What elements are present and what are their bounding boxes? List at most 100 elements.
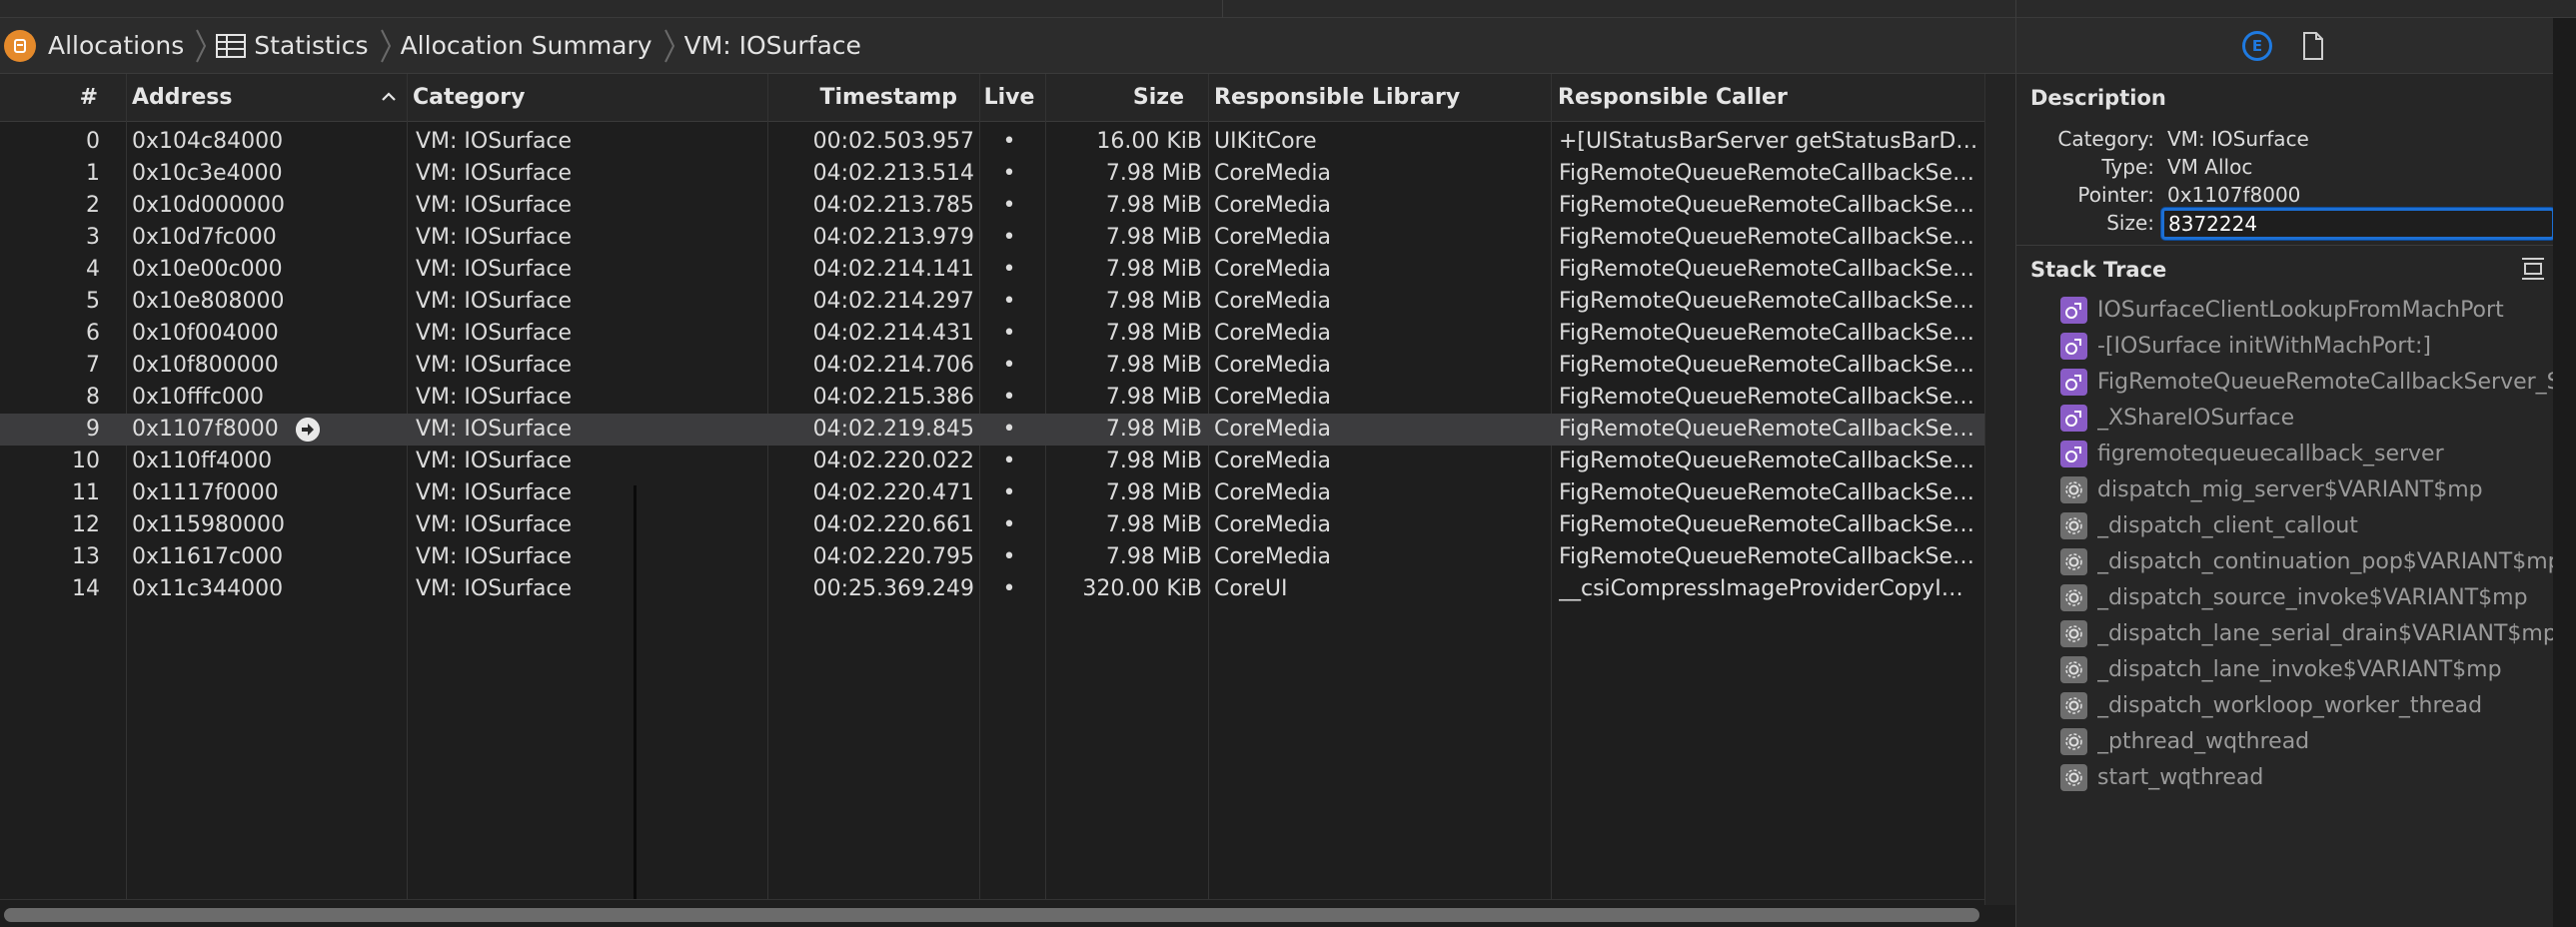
row-category: VM: IOSurface bbox=[416, 257, 573, 282]
row-address: 0x11617c000 bbox=[132, 544, 284, 569]
row-size: 7.98 MiB bbox=[1105, 417, 1202, 442]
table-row[interactable]: 6 0x10f004000 VM: IOSurface 04:02.214.431 • 7… bbox=[0, 318, 1984, 350]
description-row-pointer: Pointer: 0x1107f8000 bbox=[2016, 183, 2546, 211]
row-caller: FigRemoteQueueRemoteCallbackServ... bbox=[1559, 225, 1978, 250]
row-size: 7.98 MiB bbox=[1105, 512, 1202, 537]
column-header-library[interactable]: Responsible Library bbox=[1214, 74, 1460, 122]
row-timestamp: 04:02.220.661 bbox=[812, 512, 974, 537]
row-live: • bbox=[1002, 449, 1016, 473]
table-row[interactable]: 0 0x104c84000 VM: IOSurface 00:02.503.957 • 1… bbox=[0, 126, 1984, 158]
horizontal-scrollbar[interactable] bbox=[0, 899, 1984, 927]
table-row[interactable]: 13 0x11617c000 VM: IOSurface 04:02.220.795 •… bbox=[0, 541, 1984, 573]
field-value: 0x1107f8000 bbox=[2167, 183, 2301, 207]
table-row[interactable]: 8 0x10fffc000 VM: IOSurface 04:02.215.386 • 7… bbox=[0, 382, 1984, 414]
row-category: VM: IOSurface bbox=[416, 480, 573, 505]
row-category: VM: IOSurface bbox=[416, 289, 573, 314]
extended-detail-icon[interactable]: E bbox=[2242, 31, 2272, 61]
stack-frame[interactable]: -[IOSurface initWithMachPort:] bbox=[2060, 328, 2560, 364]
column-header-address[interactable]: Address bbox=[132, 74, 232, 122]
stack-frame[interactable]: figremotequeuecallback_server bbox=[2060, 436, 2560, 471]
table-row[interactable]: 9 0x1107f8000 VM: IOSurface 04:02.219.845 • 7… bbox=[0, 414, 1984, 446]
row-caller: FigRemoteQueueRemoteCallbackServ... bbox=[1559, 512, 1978, 537]
stack-frame[interactable]: _dispatch_source_invoke$VARIANT$mp bbox=[2060, 579, 2560, 615]
row-number: 5 bbox=[86, 289, 100, 314]
breadcrumb-label: Statistics bbox=[254, 31, 369, 60]
table-row[interactable]: 7 0x10f800000 VM: IOSurface 04:02.214.706 • 7… bbox=[0, 350, 1984, 382]
row-library: CoreUI bbox=[1214, 576, 1288, 601]
column-header-caller[interactable]: Responsible Caller bbox=[1558, 74, 1788, 122]
stack-frame[interactable]: _dispatch_lane_serial_drain$VARIANT$mp bbox=[2060, 615, 2560, 651]
row-library: CoreMedia bbox=[1214, 353, 1331, 378]
row-library: CoreMedia bbox=[1214, 417, 1331, 442]
user-frame-icon bbox=[2060, 368, 2087, 396]
stack-frame[interactable]: start_wqthread bbox=[2060, 759, 2560, 795]
row-timestamp: 00:25.369.249 bbox=[812, 576, 974, 601]
row-library: CoreMedia bbox=[1214, 512, 1331, 537]
breadcrumb-item-allocation-summary[interactable]: Allocation Summary bbox=[401, 31, 658, 60]
stack-frame[interactable]: _dispatch_client_callout bbox=[2060, 507, 2560, 543]
stack-frame-name: _dispatch_workloop_worker_thread bbox=[2097, 692, 2483, 718]
stack-frame[interactable]: _dispatch_continuation_pop$VARIANT$mp bbox=[2060, 543, 2560, 579]
column-header-category[interactable]: Category bbox=[413, 74, 525, 122]
row-timestamp: 04:02.214.431 bbox=[812, 321, 974, 346]
stack-frame[interactable]: IOSurfaceClientLookupFromMachPort bbox=[2060, 292, 2560, 328]
row-live: • bbox=[1002, 480, 1016, 505]
row-size: 7.98 MiB bbox=[1105, 289, 1202, 314]
stack-frame[interactable]: _dispatch_lane_invoke$VARIANT$mp bbox=[2060, 651, 2560, 687]
row-number: 1 bbox=[86, 161, 100, 186]
table-row[interactable]: 10 0x110ff4000 VM: IOSurface 04:02.220.022 •… bbox=[0, 446, 1984, 477]
stack-frame[interactable]: _XShareIOSurface bbox=[2060, 400, 2560, 436]
column-header-number[interactable]: # bbox=[0, 74, 110, 122]
row-timestamp: 04:02.220.795 bbox=[812, 544, 974, 569]
field-label: Category: bbox=[2057, 127, 2154, 151]
breadcrumb-item-vm-iosurface[interactable]: VM: IOSurface bbox=[684, 31, 867, 60]
stack-frame[interactable]: dispatch_mig_server$VARIANT$mp bbox=[2060, 471, 2560, 507]
row-caller: FigRemoteQueueRemoteCallbackServ... bbox=[1559, 321, 1978, 346]
field-value: VM: IOSurface bbox=[2167, 127, 2309, 151]
stack-frame-name: _pthread_wqthread bbox=[2097, 728, 2310, 754]
field-label: Pointer: bbox=[2077, 183, 2154, 207]
table-row[interactable]: 14 0x11c344000 VM: IOSurface 00:25.369.249 •… bbox=[0, 573, 1984, 605]
go-to-arrow-icon[interactable] bbox=[296, 418, 320, 442]
vertical-scrollbar[interactable] bbox=[1984, 74, 2015, 905]
table-row[interactable]: 3 0x10d7fc000 VM: IOSurface 04:02.213.979 • 7… bbox=[0, 222, 1984, 254]
size-field[interactable] bbox=[2161, 208, 2555, 240]
table-row[interactable]: 5 0x10e808000 VM: IOSurface 04:02.214.297 • 7… bbox=[0, 286, 1984, 318]
row-size: 7.98 MiB bbox=[1105, 353, 1202, 378]
column-header-live[interactable]: Live bbox=[979, 74, 1039, 122]
row-caller: FigRemoteQueueRemoteCallbackServ... bbox=[1559, 289, 1978, 314]
stack-frame[interactable]: FigRemoteQueueRemoteCallbackServer_Sl bbox=[2060, 364, 2560, 400]
table-row[interactable]: 12 0x115980000 VM: IOSurface 04:02.220.661 •… bbox=[0, 509, 1984, 541]
row-timestamp: 04:02.214.706 bbox=[812, 353, 974, 378]
row-library: CoreMedia bbox=[1214, 544, 1331, 569]
row-category: VM: IOSurface bbox=[416, 449, 573, 473]
row-number: 6 bbox=[86, 321, 100, 346]
stack-frame[interactable]: _pthread_wqthread bbox=[2060, 723, 2560, 759]
file-icon[interactable] bbox=[2302, 32, 2324, 60]
stack-frame-name: IOSurfaceClientLookupFromMachPort bbox=[2097, 297, 2504, 323]
column-header-timestamp[interactable]: Timestamp bbox=[767, 74, 967, 122]
row-library: CoreMedia bbox=[1214, 257, 1331, 282]
row-category: VM: IOSurface bbox=[416, 225, 573, 250]
table-row[interactable]: 4 0x10e00c000 VM: IOSurface 04:02.214.141 • 7… bbox=[0, 254, 1984, 286]
stack-trace-list: IOSurfaceClientLookupFromMachPort -[IOSur… bbox=[2060, 292, 2560, 795]
field-value: VM Alloc bbox=[2167, 155, 2253, 179]
column-header-size[interactable]: Size bbox=[1049, 74, 1184, 122]
row-caller: FigRemoteQueueRemoteCallbackServ... bbox=[1559, 193, 1978, 218]
breadcrumb-item-statistics[interactable]: Statistics bbox=[216, 31, 374, 60]
stack-frame[interactable]: _dispatch_workloop_worker_thread bbox=[2060, 687, 2560, 723]
table-row[interactable]: 1 0x10c3e4000 VM: IOSurface 04:02.213.514 • 7… bbox=[0, 158, 1984, 190]
table-row[interactable]: 2 0x10d000000 VM: IOSurface 04:02.213.785 • 7… bbox=[0, 190, 1984, 222]
row-caller: FigRemoteQueueRemoteCallbackServ... bbox=[1559, 480, 1978, 505]
row-category: VM: IOSurface bbox=[416, 193, 573, 218]
row-timestamp: 04:02.213.785 bbox=[812, 193, 974, 218]
expand-stack-icon[interactable] bbox=[2520, 256, 2546, 282]
row-number: 4 bbox=[86, 257, 100, 282]
field-label: Size: bbox=[2106, 211, 2154, 235]
horizontal-scroll-thumb[interactable] bbox=[4, 908, 1979, 922]
breadcrumb-item-allocations[interactable]: Allocations bbox=[0, 29, 190, 62]
table-row[interactable]: 11 0x1117f0000 VM: IOSurface 04:02.220.471 •… bbox=[0, 477, 1984, 509]
table-header: # Address Category Timestamp Live Size R… bbox=[0, 74, 1984, 122]
size-input[interactable] bbox=[2164, 211, 2552, 237]
row-timestamp: 04:02.213.979 bbox=[812, 225, 974, 250]
